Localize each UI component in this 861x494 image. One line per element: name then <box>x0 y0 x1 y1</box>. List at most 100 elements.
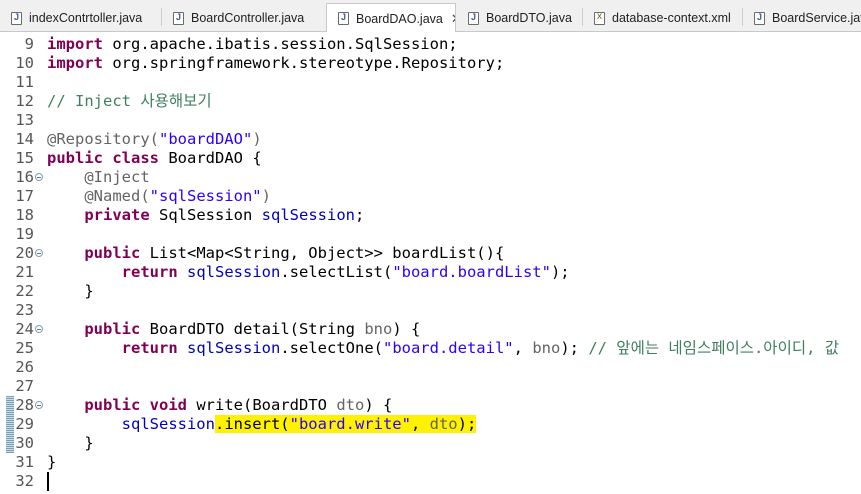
line-number: 9 <box>24 35 34 53</box>
code-token: , <box>513 339 533 357</box>
fold-toggle-icon[interactable] <box>35 401 43 409</box>
tab-boardservice-java[interactable]: BoardService.java <box>743 4 861 32</box>
code-text: private SqlSession sqlSession; <box>47 206 364 225</box>
fold-toggle-icon[interactable] <box>35 249 43 257</box>
code-line[interactable]: 21 return sqlSession.selectList("board.b… <box>0 263 861 282</box>
tab-label: BoardDAO.java <box>356 11 443 26</box>
code-token: @Named( <box>47 187 150 205</box>
text-cursor <box>47 472 49 491</box>
line-number: 12 <box>15 92 34 110</box>
code-line[interactable]: 10 import org.springframework.stereotype.… <box>0 54 861 73</box>
code-token: dto <box>429 415 458 433</box>
tab-boarddao-java[interactable]: BoardDAO.java ✕ <box>326 3 456 33</box>
code-text: @Inject <box>47 168 149 187</box>
code-line[interactable]: 20 public List<Map<String, Object>> boar… <box>0 244 861 263</box>
code-token: } <box>47 282 94 300</box>
line-number: 25 <box>15 339 34 357</box>
line-number: 26 <box>15 358 34 376</box>
code-token: bno <box>364 320 393 338</box>
code-line[interactable]: 28 public void write(BoardDTO dto) { <box>0 396 861 415</box>
code-line[interactable]: 14 @Repository("boardDAO") <box>0 130 861 149</box>
code-token: return <box>47 263 178 281</box>
code-text: import org.apache.ibatis.session.SqlSess… <box>47 35 458 54</box>
code-line[interactable]: 18 private SqlSession sqlSession; <box>0 206 861 225</box>
line-number: 18 <box>15 206 34 224</box>
tab-label: BoardDTO.java <box>486 11 572 25</box>
code-token: ) <box>261 187 271 205</box>
code-line[interactable]: 17 @Named("sqlSession") <box>0 187 861 206</box>
code-token: .selectList( <box>280 263 393 281</box>
code-line[interactable]: 24 public BoardDTO detail(String bno) { <box>0 320 861 339</box>
line-number: 27 <box>15 377 34 395</box>
fold-toggle-icon[interactable] <box>35 173 43 181</box>
code-line[interactable]: 29 sqlSession.insert("board.write", dto)… <box>0 415 861 434</box>
tab-boarddto-java[interactable]: BoardDTO.java <box>457 4 582 32</box>
tab-label: BoardService.java <box>772 11 861 25</box>
code-line[interactable]: 9 import org.apache.ibatis.session.SqlSes… <box>0 35 861 54</box>
code-token: "sqlSession" <box>149 187 262 205</box>
code-token: List<Map<String, Object>> boardList(){ <box>149 244 505 262</box>
xml-file-icon <box>594 11 605 25</box>
code-token: org.springframework.stereotype.Repositor… <box>112 54 505 72</box>
code-line[interactable]: 16 @Inject <box>0 168 861 187</box>
code-token: ) { <box>392 320 421 338</box>
code-token: ) <box>252 130 262 148</box>
code-token: import <box>47 35 103 53</box>
line-number: 24 <box>15 320 34 338</box>
code-line[interactable]: 32 <box>0 472 861 491</box>
code-line[interactable]: 15 public class BoardDAO { <box>0 149 861 168</box>
line-number: 20 <box>15 244 34 262</box>
java-file-icon <box>754 11 765 25</box>
line-number: 19 <box>15 225 34 243</box>
code-token: private <box>47 206 150 224</box>
code-token: public <box>47 244 141 262</box>
code-line[interactable]: 22 } <box>0 282 861 301</box>
code-token: ) { <box>364 396 393 414</box>
code-text: import org.springframework.stereotype.Re… <box>47 54 504 73</box>
code-line[interactable]: 27 <box>0 377 861 396</box>
fold-toggle-icon[interactable] <box>35 325 43 333</box>
code-text: @Named("sqlSession") <box>47 187 271 206</box>
code-line[interactable]: 31} <box>0 453 861 472</box>
code-token: BoardDAO { <box>168 149 262 167</box>
code-text: sqlSession.insert("board.write", dto); <box>47 415 477 434</box>
code-line[interactable]: 13 <box>0 111 861 130</box>
code-token: public class <box>47 149 159 167</box>
code-text: } <box>47 434 93 453</box>
code-token: BoardDTO detail(String <box>149 320 355 338</box>
line-number: 30 <box>15 434 34 452</box>
code-line[interactable]: 19 <box>0 225 861 244</box>
tab-label: indexContrtoller.java <box>29 11 143 25</box>
code-text: public class BoardDAO { <box>47 149 262 168</box>
code-line[interactable]: 23 <box>0 301 861 320</box>
close-tab-icon[interactable]: ✕ <box>451 11 455 27</box>
code-token: sqlSession <box>187 339 281 357</box>
code-token: "board.write" <box>289 415 411 433</box>
tab-boardcontroller-java[interactable]: BoardController.java <box>162 4 326 32</box>
code-token: org.apache.ibatis.session.SqlSession; <box>112 35 458 53</box>
code-editor[interactable]: 9 import org.apache.ibatis.session.SqlSes… <box>0 32 861 494</box>
line-number: 31 <box>15 453 34 471</box>
code-line[interactable]: 25 return sqlSession.selectOne("board.de… <box>0 339 861 358</box>
line-number: 21 <box>15 263 34 281</box>
code-token: "boardDAO" <box>158 130 253 148</box>
code-line[interactable]: 26 <box>0 358 861 377</box>
code-token: sqlSession <box>187 263 281 281</box>
code-token: "board.detail" <box>382 339 514 357</box>
code-line[interactable]: 30 } <box>0 434 861 453</box>
code-token: // 앞에는 네임스페이스.아이디, 값 <box>588 339 840 357</box>
code-token: ; <box>355 206 365 224</box>
code-token: public <box>47 320 141 338</box>
code-token: , <box>410 415 430 433</box>
tab-database-context-xml[interactable]: database-context.xml <box>583 4 741 32</box>
code-token: sqlSession <box>47 415 215 433</box>
tab-indexcontrtoller-java[interactable]: indexContrtoller.java <box>0 4 160 32</box>
code-text: public List<Map<String, Object>> boardLi… <box>47 244 504 263</box>
code-text: // Inject 사용해보기 <box>47 92 212 111</box>
code-line[interactable]: 11 <box>0 73 861 92</box>
code-token: import <box>47 54 103 72</box>
code-token: public void <box>47 396 187 414</box>
line-number: 15 <box>15 149 34 167</box>
code-line[interactable]: 12 // Inject 사용해보기 <box>0 92 861 111</box>
code-text: return sqlSession.selectList("board.boar… <box>47 263 570 282</box>
